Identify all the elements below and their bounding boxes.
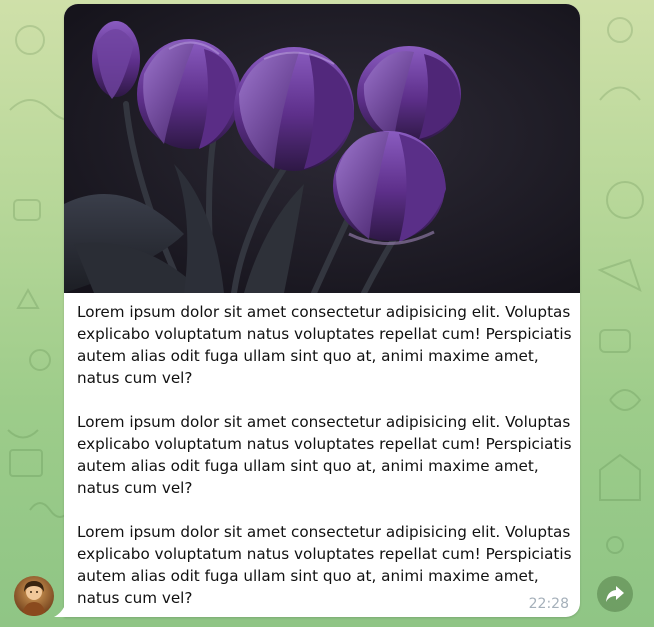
message-photo[interactable]: [64, 4, 580, 293]
message-time: 22:28: [528, 596, 569, 612]
message-paragraph: Lorem ipsum dolor sit amet consectetur a…: [77, 413, 572, 497]
bubble-tail: [54, 603, 66, 617]
message-text: Lorem ipsum dolor sit amet consectetur a…: [77, 301, 572, 609]
message-paragraph: Lorem ipsum dolor sit amet consectetur a…: [77, 303, 572, 387]
message-paragraph: Lorem ipsum dolor sit amet consectetur a…: [77, 523, 572, 607]
share-arrow-icon: [606, 586, 624, 602]
sender-avatar[interactable]: [14, 576, 54, 616]
share-button[interactable]: [597, 576, 633, 612]
message-bubble[interactable]: Lorem ipsum dolor sit amet consectetur a…: [54, 4, 580, 617]
